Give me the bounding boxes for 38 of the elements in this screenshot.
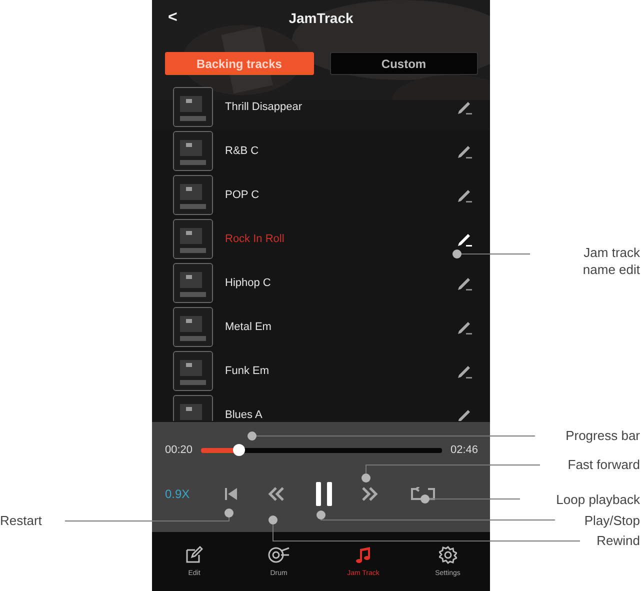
- track-name[interactable]: Blues A: [225, 409, 456, 421]
- track-name[interactable]: Hiphop C: [225, 277, 456, 289]
- speed-button[interactable]: 0.9X: [165, 487, 215, 501]
- callout-label: Jam track name edit: [582, 244, 640, 278]
- pause-button[interactable]: [316, 482, 332, 506]
- restart-button[interactable]: [224, 487, 238, 501]
- callout-label: Play/Stop: [584, 512, 640, 529]
- track-name[interactable]: Metal Em: [225, 321, 456, 333]
- callout-label: Rewind: [596, 532, 640, 549]
- total-time: 02:46: [450, 444, 478, 456]
- track-name[interactable]: Funk Em: [225, 365, 456, 377]
- callout-label: Restart: [0, 512, 42, 529]
- track-name[interactable]: POP C: [225, 189, 456, 201]
- track-thumbnail: [173, 351, 213, 391]
- track-thumbnail: [173, 175, 213, 215]
- music-note-icon: [354, 546, 372, 564]
- loop-button[interactable]: [410, 487, 436, 501]
- screen-title: JamTrack: [288, 10, 354, 26]
- track-thumbnail: [173, 131, 213, 171]
- fast-forward-button[interactable]: [362, 487, 378, 501]
- track-thumbnail: [173, 307, 213, 347]
- drum-icon: [268, 546, 290, 564]
- track-thumbnail: [173, 87, 213, 127]
- progress-handle[interactable]: [233, 444, 246, 456]
- callout-label: Progress bar: [566, 427, 640, 444]
- track-name[interactable]: Thrill Disappear: [225, 101, 456, 113]
- callout-label: Fast forward: [568, 456, 640, 473]
- callout-label: Loop playback: [556, 491, 640, 508]
- back-button[interactable]: <: [168, 9, 192, 27]
- track-name[interactable]: R&B C: [225, 145, 456, 157]
- rewind-button[interactable]: [268, 487, 284, 501]
- track-thumbnail: [173, 219, 213, 259]
- track-thumbnail: [173, 263, 213, 303]
- edit-icon: [185, 546, 204, 564]
- settings-icon: [438, 546, 457, 564]
- track-name[interactable]: Rock In Roll: [225, 233, 456, 245]
- elapsed-time: 00:20: [165, 444, 193, 456]
- tab[interactable]: Custom: [330, 52, 478, 75]
